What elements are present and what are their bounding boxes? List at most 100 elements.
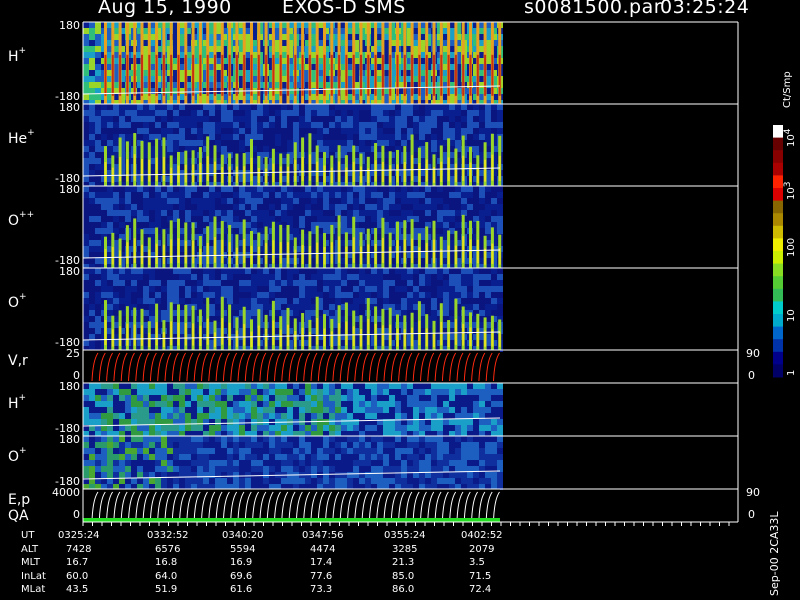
spectrogram-cell	[227, 419, 233, 425]
spectrogram-cell	[179, 198, 185, 204]
spectrogram-cell	[143, 419, 149, 425]
spectrogram-cell	[389, 383, 395, 389]
spectrogram-cell	[191, 128, 197, 134]
spectrogram-stripe-peak	[148, 332, 151, 348]
spectrogram-cell	[257, 128, 263, 134]
spectrogram-cell	[365, 186, 371, 192]
spectrogram-cell	[119, 407, 125, 413]
spectrogram-cell	[311, 198, 317, 204]
spectrogram-cell	[431, 389, 437, 395]
spectrogram-stripe-peak	[141, 244, 143, 265]
spectrogram-cell	[359, 425, 365, 431]
spectrogram-cell	[215, 274, 221, 280]
spectrogram-cell	[443, 128, 449, 134]
spectrogram-cell	[239, 140, 245, 146]
spectrogram-cell	[179, 104, 185, 110]
spectrogram-cell	[137, 216, 143, 222]
spectrogram-cell	[365, 425, 371, 431]
spectrogram-cell	[449, 407, 455, 413]
spectrogram-cell	[263, 204, 269, 210]
spectrogram-cell	[437, 389, 443, 395]
spectrogram-cell	[191, 389, 197, 395]
spectrogram-cell	[461, 104, 467, 110]
spectrogram-cell	[89, 186, 95, 192]
spectrogram-cell	[149, 407, 155, 413]
spectrogram-cell	[299, 389, 305, 395]
spectrogram-cell	[215, 116, 221, 122]
spectrogram-cell	[407, 210, 413, 216]
spectrogram-stripe-peak	[104, 249, 107, 265]
spectrogram-cell	[251, 280, 257, 286]
spectrogram-cell	[149, 413, 155, 419]
spectrogram-cell	[101, 128, 107, 134]
spectrogram-cell	[473, 116, 479, 122]
spectrogram-cell	[215, 104, 221, 110]
spectrogram-cell	[275, 216, 281, 222]
spectrogram-cell	[299, 128, 305, 134]
spectrogram-cell	[305, 128, 311, 134]
spectrogram-stripe-peak	[243, 166, 246, 183]
spectrogram-cell	[473, 110, 479, 116]
spectrogram-cell	[413, 401, 419, 407]
spectrogram-cell	[431, 104, 437, 110]
spectrogram-cell	[95, 58, 101, 64]
spectrogram-cell	[89, 164, 95, 170]
spectrogram-stripe-peak	[403, 239, 406, 264]
spectrogram-cell	[107, 222, 113, 228]
spectrogram-cell	[281, 407, 287, 413]
spectrogram-cell	[401, 310, 407, 316]
spectrogram-cell	[431, 186, 437, 192]
spectrogram-cell	[215, 204, 221, 210]
spectrogram-cell	[431, 210, 437, 216]
spectrogram-cell	[293, 122, 299, 128]
spectrogram-cell	[143, 274, 149, 280]
spectrogram-cell	[125, 419, 131, 425]
spectrogram-cell	[395, 401, 401, 407]
spectrogram-cell	[203, 280, 209, 286]
spectrogram-cell	[329, 389, 335, 395]
spectrogram-cell	[95, 222, 101, 228]
spectrogram-cell	[311, 192, 317, 198]
spectrogram-stripe-peak	[111, 54, 114, 96]
spectrogram-cell	[287, 298, 293, 304]
spectrogram-cell	[227, 210, 233, 216]
spectrogram-stripe-peak	[476, 239, 479, 264]
spectrogram-cell	[107, 292, 113, 298]
spectrogram-cell	[185, 210, 191, 216]
spectrogram-stripe-peak	[287, 324, 289, 346]
spectrogram-cell	[317, 389, 323, 395]
spectrogram-cell	[185, 140, 191, 146]
spectrogram-cell	[263, 286, 269, 292]
spectrogram-cell	[437, 192, 443, 198]
spectrogram-cell	[305, 192, 311, 198]
spectrogram-cell	[89, 94, 95, 100]
spectrogram-cell	[155, 186, 161, 192]
spectrogram-cell	[179, 268, 185, 274]
spectrogram-cell	[257, 286, 263, 292]
spectrogram-cell	[173, 134, 179, 140]
spectrogram-cell	[131, 186, 137, 192]
spectrogram-cell	[173, 298, 179, 304]
spectrogram-cell	[395, 286, 401, 292]
spectrogram-cell	[473, 274, 479, 280]
spectrogram-stripe-peak	[148, 249, 151, 265]
spectrogram-cell	[149, 419, 155, 425]
spectrogram-cell	[461, 268, 467, 274]
spectrogram-cell	[227, 395, 233, 401]
spectrogram-stripe-peak	[425, 243, 428, 264]
spectrogram-stripe-peak	[447, 54, 450, 96]
spectrogram-cell	[155, 383, 161, 389]
spectrogram-cell	[143, 425, 149, 431]
spectrogram-cell	[413, 280, 419, 286]
spectrogram-cell	[83, 198, 89, 204]
spectrogram-cell	[443, 186, 449, 192]
spectrogram-cell	[197, 286, 203, 292]
spectrogram-cell	[245, 192, 251, 198]
spectrogram-stripe-peak	[498, 331, 501, 347]
spectrogram-cell	[89, 64, 95, 70]
spectrogram-cell	[377, 116, 383, 122]
spectrogram-cell	[455, 222, 461, 228]
spectrogram-cell	[281, 413, 287, 419]
spectrogram-cell	[95, 64, 101, 70]
spectrogram-cell	[83, 413, 89, 419]
